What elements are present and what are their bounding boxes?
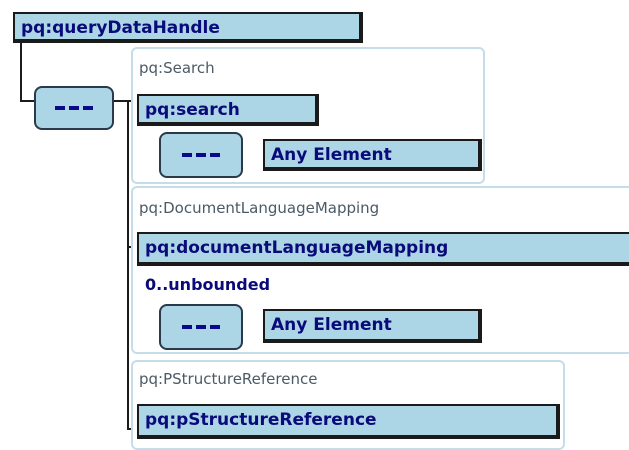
any-element[interactable]: Any Element — [263, 139, 482, 171]
any-element[interactable]: Any Element — [263, 309, 482, 343]
sequence-compositor[interactable] — [159, 132, 243, 178]
type-name: pq:Search — [139, 59, 215, 77]
cardinality-label: 0..unbounded — [145, 275, 271, 294]
root-element[interactable]: pq:queryDataHandle — [13, 12, 363, 43]
type-name: pq:DocumentLanguageMapping — [139, 199, 380, 217]
connector-line — [127, 100, 129, 430]
sequence-icon — [182, 153, 220, 157]
connector-line — [20, 100, 34, 102]
connector-line — [20, 40, 22, 102]
sequence-icon — [182, 325, 220, 329]
type-name: pq:PStructureReference — [139, 370, 318, 388]
sequence-compositor[interactable] — [159, 304, 243, 350]
element-pstructure-reference[interactable]: pq:pStructureReference — [137, 404, 560, 439]
element-document-language-mapping[interactable]: pq:documentLanguageMapping — [137, 232, 629, 266]
schema-diagram: pq:Search pq:DocumentLanguageMapping pq:… — [0, 0, 629, 450]
sequence-icon — [55, 106, 93, 110]
sequence-compositor[interactable] — [34, 86, 114, 130]
element-search[interactable]: pq:search — [137, 94, 319, 126]
